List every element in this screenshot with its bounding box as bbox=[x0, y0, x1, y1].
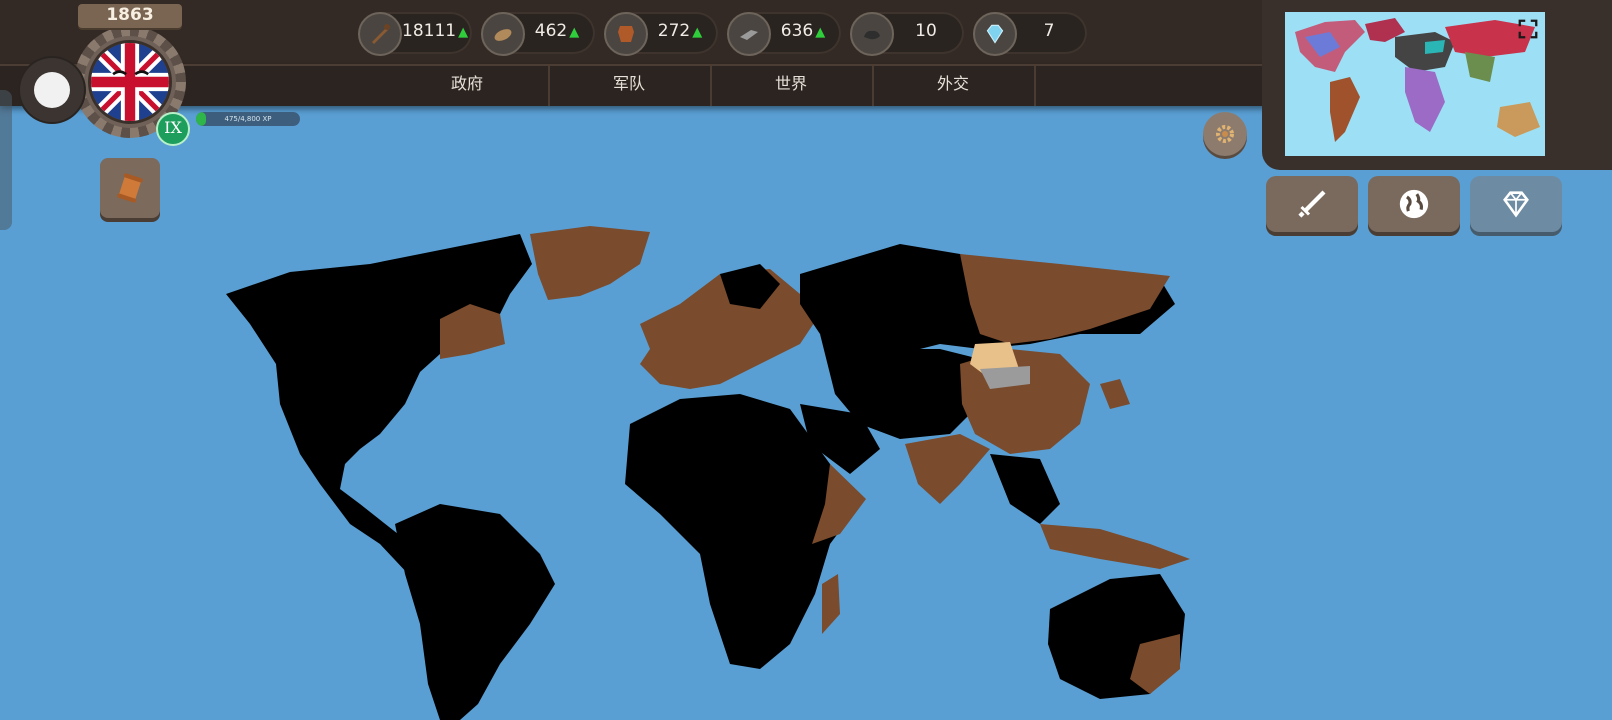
resource-diamond-value: 7 bbox=[1043, 21, 1055, 41]
sword-icon bbox=[1298, 190, 1326, 218]
scroll-icon bbox=[117, 173, 143, 203]
joystick-knob[interactable] bbox=[34, 72, 70, 108]
side-drawer-handle[interactable] bbox=[0, 90, 12, 230]
coal-icon bbox=[850, 12, 894, 56]
resource-wood-value: 18111 bbox=[402, 21, 457, 41]
world-view-button[interactable] bbox=[1368, 176, 1460, 232]
settings-button[interactable] bbox=[1203, 112, 1247, 156]
tab-world[interactable]: 世界 bbox=[710, 66, 874, 106]
year-banner: 1863 bbox=[78, 4, 182, 28]
resource-diamond[interactable]: 7 bbox=[973, 12, 1087, 56]
minimap[interactable] bbox=[1285, 12, 1545, 156]
resource-wood[interactable]: 18111 ▲ bbox=[358, 12, 472, 56]
wood-icon bbox=[358, 12, 402, 56]
trend-up-icon: ▲ bbox=[458, 25, 469, 40]
leather-icon bbox=[604, 12, 648, 56]
xp-progress-bar: 475/4,800 XP bbox=[196, 112, 300, 126]
premium-shop-button[interactable] bbox=[1470, 176, 1562, 232]
gear-icon bbox=[1216, 125, 1234, 143]
tab-government[interactable]: 政府 bbox=[386, 66, 550, 106]
trend-up-icon: ▲ bbox=[815, 25, 826, 40]
resource-iron[interactable]: 636 ▲ bbox=[727, 12, 841, 56]
expand-icon[interactable] bbox=[1517, 18, 1539, 40]
bread-icon bbox=[481, 12, 525, 56]
resource-coal-value: 10 bbox=[915, 21, 937, 41]
resource-iron-value: 636 bbox=[780, 21, 814, 41]
camera-joystick[interactable] bbox=[20, 58, 84, 122]
resource-leather-value: 272 bbox=[657, 21, 691, 41]
resource-bread-value: 462 bbox=[534, 21, 568, 41]
xp-progress-text: 475/4,800 XP bbox=[224, 115, 272, 123]
diamond-icon bbox=[1503, 191, 1529, 218]
diamond-icon bbox=[973, 12, 1017, 56]
iron-icon bbox=[727, 12, 771, 56]
resource-leather[interactable]: 272 ▲ bbox=[604, 12, 718, 56]
globe-icon bbox=[1399, 189, 1429, 219]
rank-badge: IX bbox=[156, 112, 190, 146]
decree-scroll-button[interactable] bbox=[100, 158, 160, 218]
tab-army[interactable]: 军队 bbox=[548, 66, 712, 106]
main-tab-bar: 政府 军队 世界 外交 bbox=[0, 64, 1300, 106]
war-button[interactable] bbox=[1266, 176, 1358, 232]
trend-up-icon: ▲ bbox=[569, 25, 580, 40]
trend-up-icon: ▲ bbox=[692, 25, 703, 40]
resource-coal[interactable]: 10 bbox=[850, 12, 964, 56]
uk-flag-avatar[interactable] bbox=[88, 40, 172, 124]
resource-bread[interactable]: 462 ▲ bbox=[481, 12, 595, 56]
tab-diplomacy[interactable]: 外交 bbox=[872, 66, 1036, 106]
